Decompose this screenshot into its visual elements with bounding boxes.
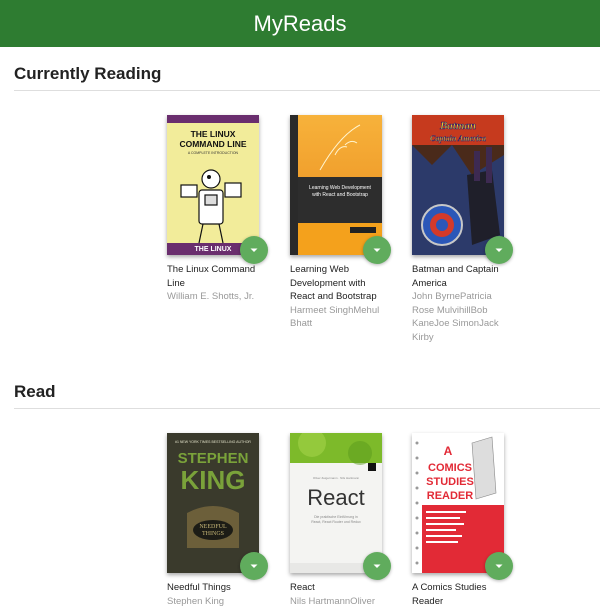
app-header: MyReads xyxy=(0,0,600,47)
shelf-changer-button[interactable] xyxy=(240,552,268,580)
svg-text:READER: READER xyxy=(427,490,474,502)
caret-down-icon xyxy=(363,552,391,580)
book-authors: William E. Shotts, Jr. xyxy=(167,290,267,304)
shelf-title-read: Read xyxy=(14,382,600,409)
svg-text:Learning Web Development: Learning Web Development xyxy=(309,185,372,191)
react-bootstrap-cover-art: Learning Web Development with React and … xyxy=(290,115,382,255)
book-authors: Nils HartmannOliver xyxy=(290,595,390,608)
shelf-changer-button[interactable] xyxy=(363,236,391,264)
book-title: Learning Web Development with React and … xyxy=(290,263,390,304)
caret-down-icon xyxy=(363,236,391,264)
shelf-title-currently-reading: Currently Reading xyxy=(14,64,600,91)
svg-text:with React and Bootstrap: with React and Bootstrap xyxy=(312,192,368,198)
svg-text:THINGS: THINGS xyxy=(202,531,224,537)
shelf-changer-button[interactable] xyxy=(485,236,513,264)
batman-captain-america-cover-art: Batman Captain America xyxy=(412,115,504,255)
svg-text:KING: KING xyxy=(181,465,246,495)
book-authors: Stephen King xyxy=(167,595,267,608)
book-cover[interactable]: THE LINUX COMMAND LINE A COMPLETE INTROD… xyxy=(167,115,259,255)
caret-down-icon xyxy=(240,552,268,580)
book-item: Batman Captain America Batman and Captai… xyxy=(412,115,512,344)
book-item: #1 NEW YORK TIMES BESTSELLING AUTHOR STE… xyxy=(167,433,267,608)
svg-text:A COMPLETE INTRODUCTION: A COMPLETE INTRODUCTION xyxy=(188,151,239,155)
svg-text:React, React Router und Redux: React, React Router und Redux xyxy=(311,520,361,524)
book-item: THE LINUX COMMAND LINE A COMPLETE INTROD… xyxy=(167,115,267,304)
shelf-changer-button[interactable] xyxy=(363,552,391,580)
svg-text:#1 NEW YORK TIMES BESTSELLING: #1 NEW YORK TIMES BESTSELLING AUTHOR xyxy=(175,440,251,444)
book-title: Batman and Captain America xyxy=(412,263,512,290)
caret-down-icon xyxy=(485,236,513,264)
svg-text:Oliver Zeigermann · Nils Hartm: Oliver Zeigermann · Nils Hartmann xyxy=(313,476,360,480)
svg-text:Die praktische Einführung in: Die praktische Einführung in xyxy=(314,515,358,519)
book-authors: Harmeet SinghMehul Bhatt xyxy=(290,304,390,331)
shelf-changer-button[interactable] xyxy=(240,236,268,264)
book-item: Oliver Zeigermann · Nils Hartmann React … xyxy=(290,433,390,608)
svg-text:COMMAND LINE: COMMAND LINE xyxy=(179,139,246,149)
book-title: React xyxy=(290,581,390,595)
svg-text:THE LINUX: THE LINUX xyxy=(191,129,236,139)
book-cover[interactable]: Learning Web Development with React and … xyxy=(290,115,382,255)
caret-down-icon xyxy=(240,236,268,264)
book-cover[interactable]: Batman Captain America xyxy=(412,115,504,255)
book-title: A Comics Studies Reader xyxy=(412,581,512,608)
svg-text:Batman: Batman xyxy=(439,120,476,132)
app-title: MyReads xyxy=(254,11,347,37)
svg-text:React: React xyxy=(307,485,364,510)
svg-text:COMICS: COMICS xyxy=(428,462,472,474)
svg-text:NEEDFUL: NEEDFUL xyxy=(199,524,227,530)
svg-text:THE LINUX: THE LINUX xyxy=(195,246,232,253)
book-title: Needful Things xyxy=(167,581,267,595)
svg-text:STUDIES: STUDIES xyxy=(426,476,474,488)
book-title: The Linux Command Line xyxy=(167,263,267,290)
linux-cover-art: THE LINUX COMMAND LINE A COMPLETE INTROD… xyxy=(167,115,259,255)
shelf-changer-button[interactable] xyxy=(485,552,513,580)
book-authors: John ByrnePatricia Rose MulvihillBob Kan… xyxy=(412,290,512,344)
book-item: Learning Web Development with React and … xyxy=(290,115,390,331)
book-item: A COMICS STUDIES READER A Comics Studies… xyxy=(412,433,512,608)
caret-down-icon xyxy=(485,552,513,580)
svg-text:A: A xyxy=(444,444,453,458)
svg-text:Captain America: Captain America xyxy=(430,134,486,143)
